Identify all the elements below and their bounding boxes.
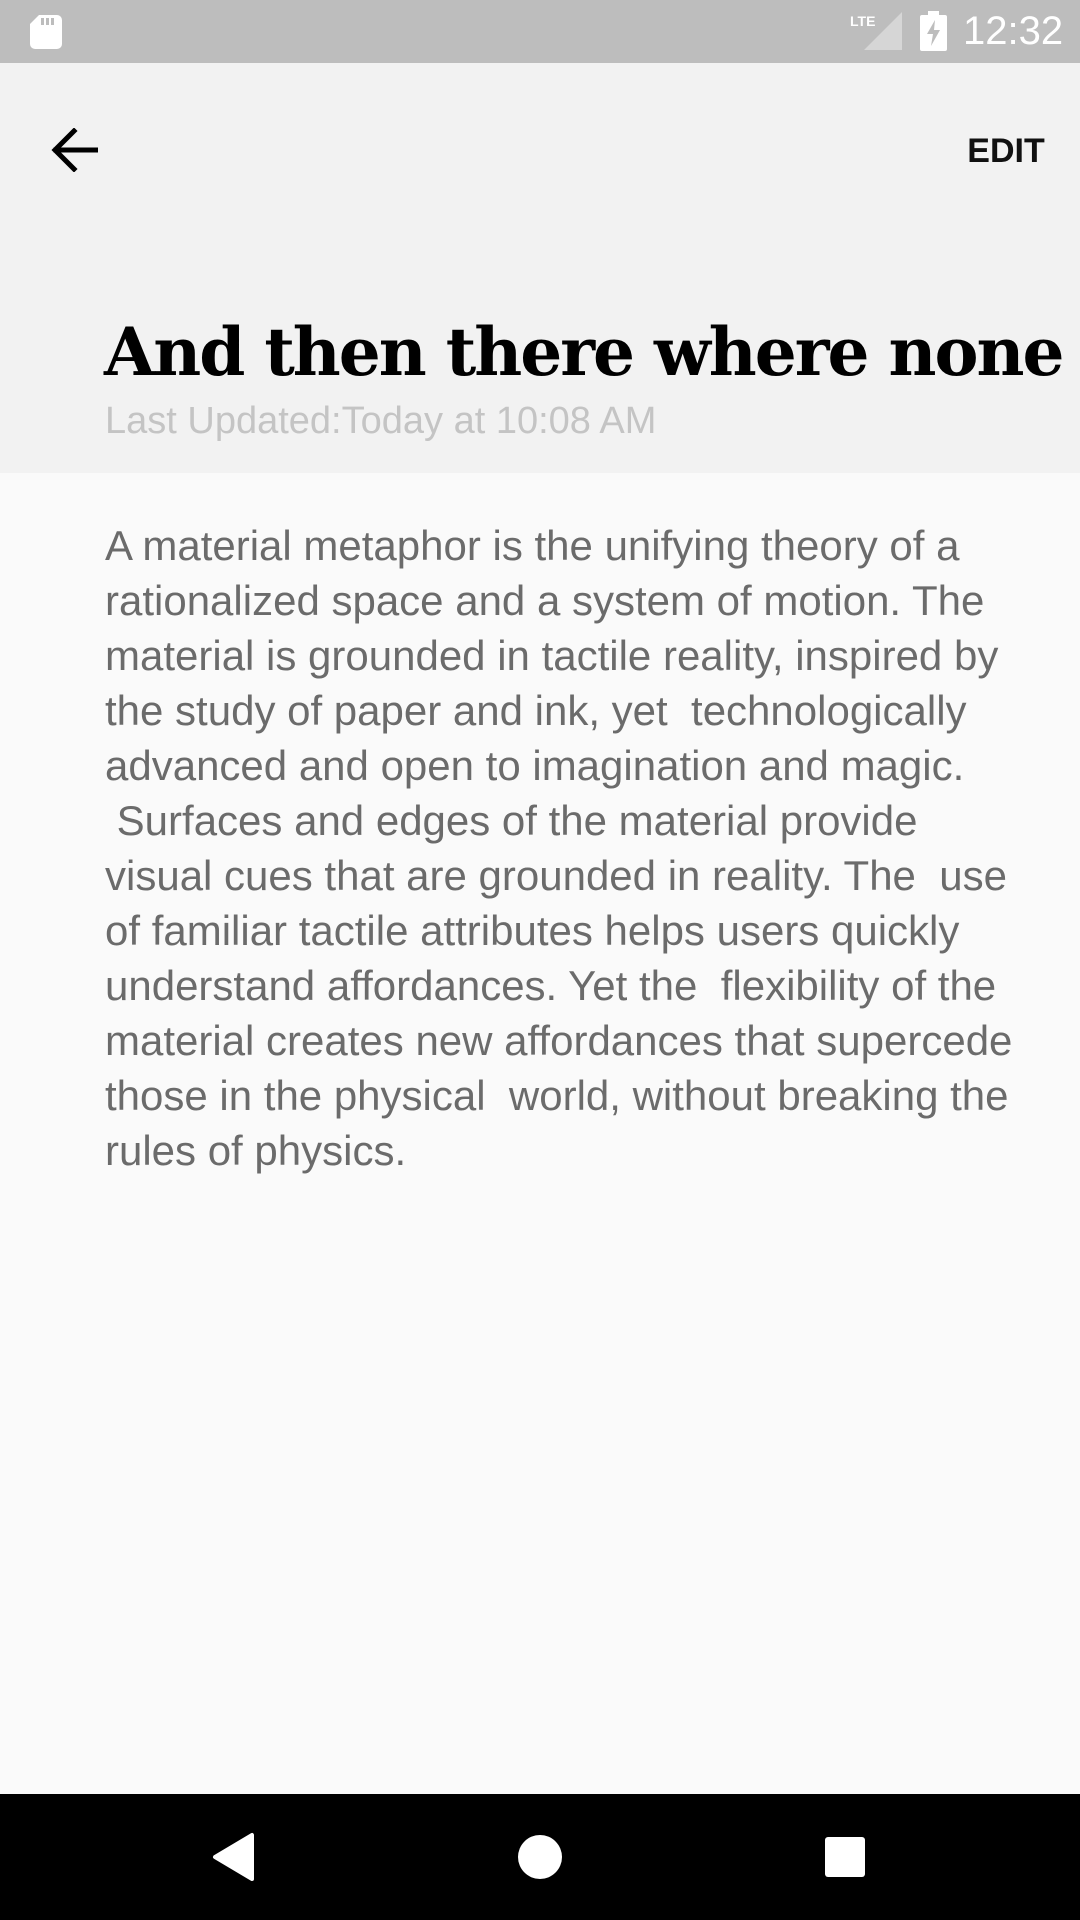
nav-back-icon[interactable] bbox=[210, 1832, 260, 1882]
nav-home-icon[interactable] bbox=[514, 1831, 566, 1883]
nav-recents-icon[interactable] bbox=[822, 1834, 868, 1880]
lte-signal-icon: LTE bbox=[850, 12, 902, 50]
navigation-bar bbox=[0, 1794, 1080, 1920]
battery-charging-icon bbox=[920, 11, 947, 51]
note-header: EDIT And then there where none Last Upda… bbox=[0, 63, 1080, 473]
arrow-back-icon bbox=[50, 126, 99, 177]
network-label: LTE bbox=[850, 13, 875, 29]
status-clock: 12:32 bbox=[963, 9, 1064, 53]
note-title: And then there where none bbox=[104, 313, 1064, 391]
back-button[interactable] bbox=[36, 109, 112, 195]
last-updated-label: Last Updated:Today at 10:08 AM bbox=[105, 400, 657, 442]
edit-button[interactable]: EDIT bbox=[950, 111, 1062, 191]
status-bar: LTE 12:32 bbox=[0, 0, 1080, 63]
note-body: A material metaphor is the unifying theo… bbox=[105, 522, 1013, 1174]
sd-card-icon bbox=[30, 15, 62, 49]
